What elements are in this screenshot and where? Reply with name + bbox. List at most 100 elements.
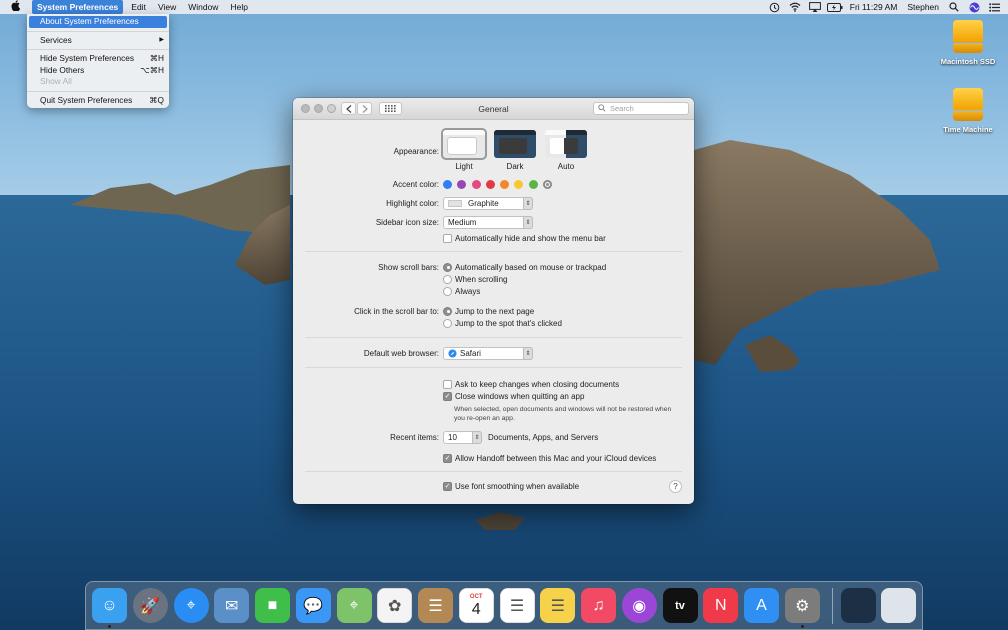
dock-downloads-stack[interactable] <box>840 588 876 623</box>
siri-icon[interactable] <box>964 0 984 14</box>
ask-keep-changes-checkbox[interactable] <box>443 379 452 389</box>
dock-finder[interactable]: ☺ <box>92 588 127 628</box>
appearance-auto-option[interactable]: Auto <box>545 130 587 171</box>
dock-music[interactable]: ♫ <box>581 588 616 623</box>
font-smoothing-option[interactable]: ✓ Use font smoothing when available <box>443 481 579 491</box>
menu-item-quit[interactable]: Quit System Preferences ⌘Q <box>27 95 169 107</box>
notes-icon: ☰ <box>540 588 576 623</box>
tv-label: tv <box>675 599 685 612</box>
preferences-window: General Search Appearance: Light Dark Au… <box>293 98 694 504</box>
accent-swatch[interactable] <box>457 179 467 189</box>
dock-app-store[interactable]: A <box>744 588 779 623</box>
search-icon <box>598 104 607 113</box>
accent-swatch[interactable] <box>528 179 538 189</box>
zoom-button[interactable] <box>327 104 336 113</box>
control-list-icon[interactable] <box>984 0 1004 14</box>
airplay-icon[interactable] <box>805 0 825 14</box>
dock-facetime[interactable]: ■ <box>255 588 290 623</box>
menu-item-hide-others[interactable]: Hide Others ⌥⌘H <box>27 65 169 77</box>
forward-button[interactable] <box>357 102 372 115</box>
battery-icon[interactable] <box>825 0 845 14</box>
menu-bar-autohide-label: Automatically hide and show the menu bar <box>455 233 606 243</box>
dock-reminders[interactable]: ☰ <box>499 588 535 623</box>
dock-notes[interactable]: ☰ <box>540 588 576 623</box>
appearance-auto-thumbnail <box>545 130 587 158</box>
menu-app-system-preferences[interactable]: System Preferences <box>32 0 124 14</box>
scroll-bars-option-always[interactable]: Always <box>443 286 480 296</box>
appearance-light-option[interactable]: Light <box>443 130 485 171</box>
menu-bar-autohide-checkbox[interactable] <box>443 233 452 243</box>
user-name[interactable]: Stephen <box>902 0 944 14</box>
menu-bar-autohide-row: Automatically hide and show the menu bar <box>293 232 694 244</box>
apple-menu-icon[interactable] <box>0 0 30 14</box>
accent-swatch[interactable] <box>543 179 553 189</box>
accent-swatch[interactable] <box>471 179 481 189</box>
search-icon[interactable] <box>944 0 964 14</box>
close-windows-checkbox[interactable]: ✓ <box>443 391 452 401</box>
scroll-click-option-spot[interactable]: Jump to the spot that's clicked <box>443 318 562 328</box>
scroll-bars-option-scrolling[interactable]: When scrolling <box>443 274 507 284</box>
scroll-click-option-next-page[interactable]: Jump to the next page <box>443 306 534 316</box>
ask-keep-changes-option[interactable]: Ask to keep changes when closing documen… <box>443 379 619 389</box>
scroll-click-spot-radio[interactable] <box>443 318 452 328</box>
dock-news[interactable]: N <box>703 588 739 623</box>
sidebar-icon-size-container: Medium ⇕ <box>443 215 533 229</box>
show-all-button[interactable] <box>379 102 402 115</box>
scroll-bars-auto-radio[interactable] <box>443 262 452 272</box>
menu-item-about[interactable]: About System Preferences <box>29 16 167 28</box>
dock-trash[interactable] <box>881 588 917 623</box>
menu-item-hide[interactable]: Hide System Preferences ⌘H <box>27 53 169 65</box>
handoff-checkbox[interactable]: ✓ <box>443 453 452 463</box>
highlight-color-popup[interactable]: Graphite ⇕ <box>443 196 533 210</box>
menu-item-services[interactable]: Services ▶ <box>27 35 169 47</box>
font-smoothing-checkbox[interactable]: ✓ <box>443 481 452 491</box>
search-field[interactable]: Search <box>593 102 689 115</box>
desktop-disk-time-machine[interactable]: Time Machine <box>932 88 1004 134</box>
sidebar-icon-size-popup[interactable]: Medium ⇕ <box>443 215 533 229</box>
accent-swatch[interactable] <box>500 179 510 189</box>
dock-tv[interactable]: tv <box>662 588 698 623</box>
dock-photos[interactable]: ✿ <box>377 588 413 623</box>
close-windows-option[interactable]: ✓ Close windows when quitting an app <box>443 391 585 401</box>
scroll-bars-always-radio[interactable] <box>443 286 452 296</box>
menu-bar-autohide-option[interactable]: Automatically hide and show the menu bar <box>443 233 606 243</box>
close-windows-label: Close windows when quitting an app <box>455 391 585 401</box>
accent-swatch[interactable] <box>443 179 452 189</box>
time-machine-icon[interactable] <box>765 0 785 14</box>
close-button[interactable] <box>301 104 310 113</box>
appearance-dark-option[interactable]: Dark <box>494 130 536 171</box>
launchpad-icon: 🚀 <box>132 588 168 623</box>
dock-mail[interactable]: ✉ <box>214 588 250 623</box>
dock-messages[interactable]: 💬 <box>295 588 331 623</box>
handoff-option[interactable]: ✓ Allow Handoff between this Mac and you… <box>443 453 656 463</box>
dock-maps[interactable]: ⌖ <box>336 588 372 623</box>
dock-calendar[interactable]: OCT 4 <box>458 588 494 623</box>
scroll-bars-option-auto[interactable]: Automatically based on mouse or trackpad <box>443 262 606 272</box>
default-browser-popup[interactable]: Safari ⇕ <box>443 346 533 360</box>
recent-items-popup[interactable]: 10 ⇕ <box>443 430 482 444</box>
back-button[interactable] <box>341 102 356 115</box>
scroll-bars-scrolling-radio[interactable] <box>443 274 452 284</box>
scroll-click-next-page-radio[interactable] <box>443 306 452 316</box>
accent-swatch[interactable] <box>485 179 495 189</box>
menu-view[interactable]: View <box>152 0 182 14</box>
menu-help[interactable]: Help <box>224 0 253 14</box>
dock-contacts[interactable]: ☰ <box>418 588 453 623</box>
dock-safari[interactable]: ⌖ <box>173 588 209 623</box>
clock[interactable]: Fri 11:29 AM <box>845 0 903 14</box>
dock-podcasts[interactable]: ◉ <box>621 588 657 623</box>
minimize-button[interactable] <box>314 104 323 113</box>
accent-swatch[interactable] <box>514 179 524 189</box>
ask-keep-changes-row: Ask to keep changes when closing documen… <box>293 378 694 390</box>
dock-launchpad[interactable]: 🚀 <box>132 588 168 623</box>
desktop-disk-macintosh-ssd[interactable]: Macintosh SSD <box>932 20 1004 66</box>
menu-window[interactable]: Window <box>182 0 224 14</box>
dock-system-preferences[interactable]: ⚙ <box>784 588 820 628</box>
submenu-arrow-icon: ▶ <box>159 36 164 43</box>
chevron-left-icon <box>345 104 351 113</box>
help-button[interactable]: ? <box>669 479 682 493</box>
app-menu-dropdown: About System Preferences Services ▶ Hide… <box>27 14 169 108</box>
wifi-icon[interactable] <box>785 0 805 14</box>
search-placeholder: Search <box>610 104 634 113</box>
menu-edit[interactable]: Edit <box>125 0 152 14</box>
